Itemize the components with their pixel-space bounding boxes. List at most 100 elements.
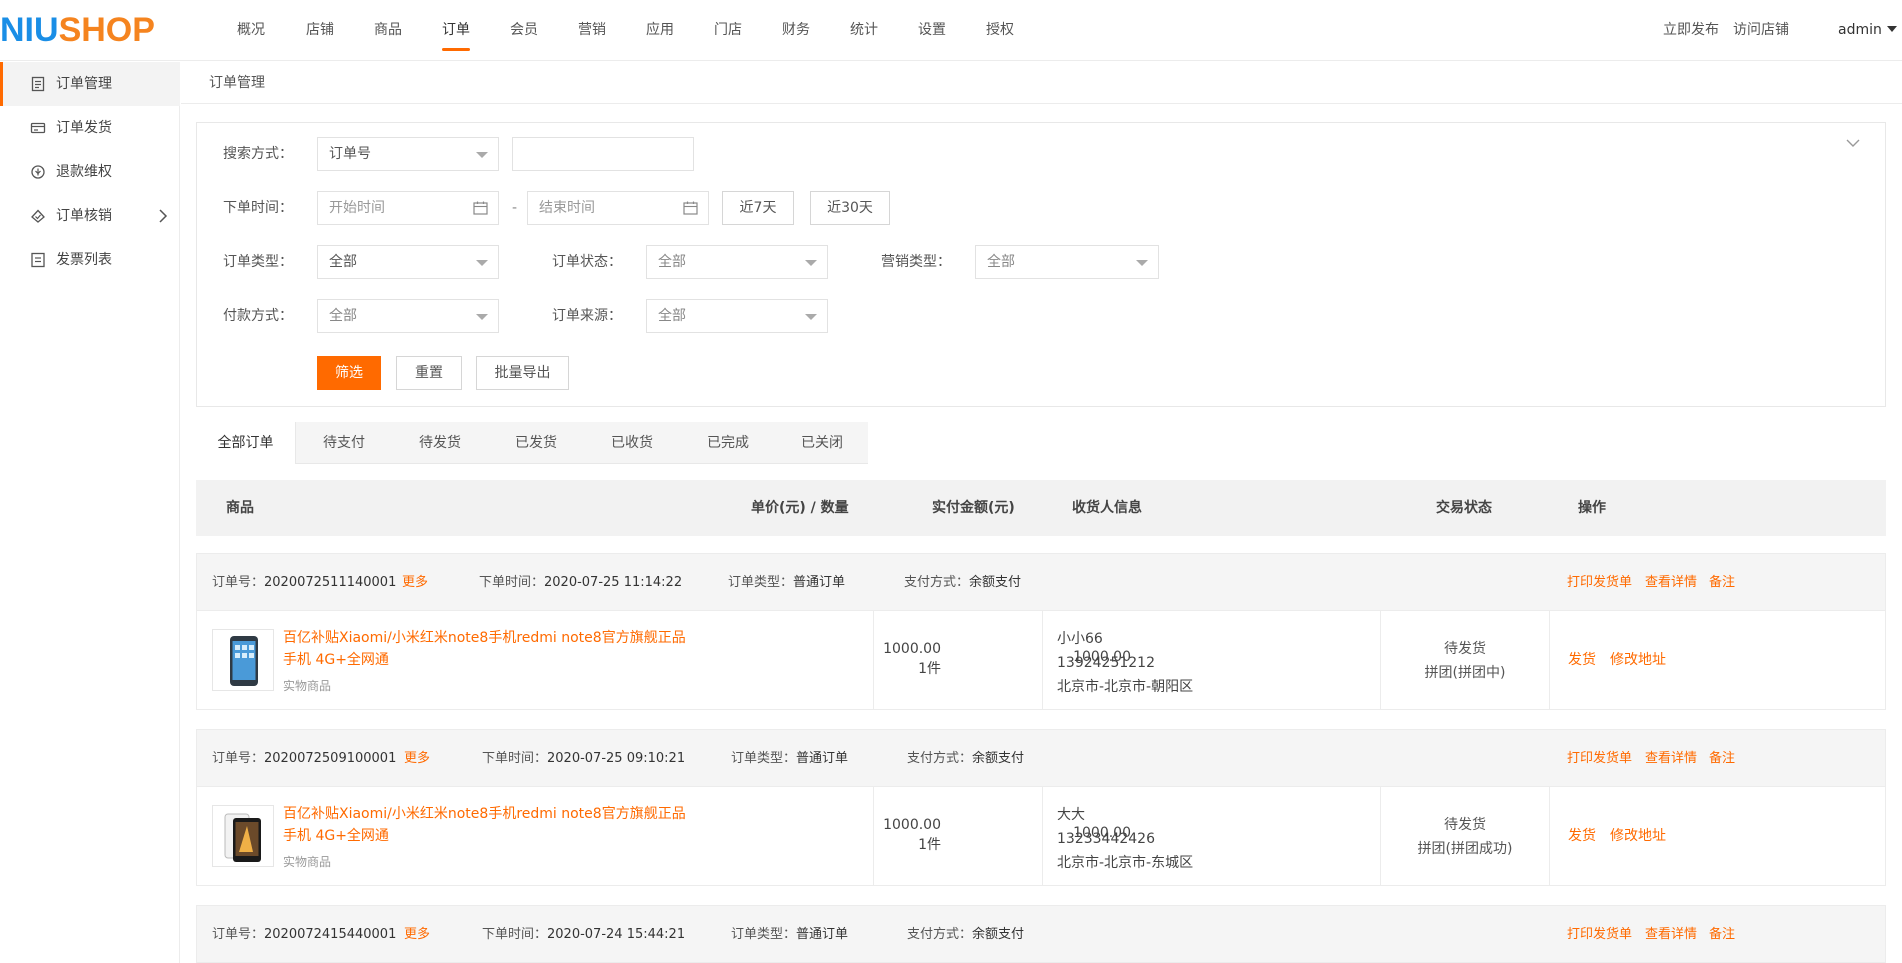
receiver-name: 小小66 xyxy=(1057,631,1103,647)
delivery-icon xyxy=(30,122,46,134)
edit-address-link[interactable]: 修改地址 xyxy=(1610,652,1666,668)
order-time-label: 下单时间： xyxy=(479,575,545,590)
pay-method-value: 全部 xyxy=(329,308,357,324)
order-card: 订单号：2020072509100001 更多 下单时间：2020-07-25 … xyxy=(196,729,1886,886)
view-detail-link[interactable]: 查看详情 xyxy=(1645,730,1697,788)
search-keyword-input[interactable] xyxy=(512,137,694,171)
order-more-link[interactable]: 更多 xyxy=(404,906,430,963)
user-menu[interactable]: admin xyxy=(1838,0,1897,61)
sidebar-item-refund[interactable]: 退款维权 xyxy=(0,150,180,194)
user-name: admin xyxy=(1838,22,1882,38)
top-navbar: NIUSHOP 概况 店铺 商品 订单 会员 营销 应用 门店 财务 统计 设置… xyxy=(0,0,1902,61)
unit-price-qty: 1000.00 1件 xyxy=(827,639,941,679)
niushop-logo[interactable]: NIUSHOP xyxy=(0,12,155,48)
ship-link[interactable]: 发货 xyxy=(1568,828,1596,844)
collapse-chevron-icon[interactable] xyxy=(1845,137,1861,149)
marketing-type-label: 营销类型： xyxy=(881,254,951,270)
order-more-link[interactable]: 更多 xyxy=(404,730,430,788)
receiver-phone: 13233442426 xyxy=(1057,831,1155,847)
goods-thumbnail[interactable] xyxy=(212,805,274,867)
filter-panel: 搜索方式： 订单号 下单时间： 开始时间 - 结束时间 近7天 近30天 订单类… xyxy=(196,122,1886,407)
tab-received[interactable]: 已收货 xyxy=(584,422,680,464)
order-type-label: 订单类型： xyxy=(731,927,797,942)
order-pay-value: 余额支付 xyxy=(969,575,1022,590)
sidebar-item-invoice[interactable]: 发票列表 xyxy=(0,238,180,282)
tab-all-orders[interactable]: 全部订单 xyxy=(196,422,296,464)
marketing-type-select[interactable]: 全部 xyxy=(975,245,1159,279)
order-number: 订单号：2020072415440001 xyxy=(212,906,396,963)
order-time: 下单时间：2020-07-25 11:14:22 xyxy=(479,554,682,612)
goods-name-link[interactable]: 百亿补贴Xiaomi/小米红米note8手机redmi note8官方旗舰正品手… xyxy=(283,627,693,671)
order-time-label: 下单时间： xyxy=(223,200,293,216)
remark-link[interactable]: 备注 xyxy=(1709,554,1735,612)
nav-overview[interactable]: 概况 xyxy=(236,0,266,61)
last-7-days-button[interactable]: 近7天 xyxy=(722,191,794,225)
sidebar-item-label: 订单发货 xyxy=(56,120,112,136)
nav-license[interactable]: 授权 xyxy=(985,0,1015,61)
invoice-icon xyxy=(31,252,45,268)
end-time-input[interactable]: 结束时间 xyxy=(527,191,709,225)
view-detail-link[interactable]: 查看详情 xyxy=(1645,906,1697,963)
nav-members[interactable]: 会员 xyxy=(509,0,539,61)
nav-shops[interactable]: 门店 xyxy=(713,0,743,61)
sidebar-item-order-manage[interactable]: 订单管理 xyxy=(0,62,180,106)
batch-export-button[interactable]: 批量导出 xyxy=(476,356,569,390)
receiver-name: 大大 xyxy=(1057,807,1085,823)
last-30-days-button[interactable]: 近30天 xyxy=(810,191,890,225)
order-type-value: 普通订单 xyxy=(796,927,849,942)
start-time-input[interactable]: 开始时间 xyxy=(317,191,499,225)
cell-divider xyxy=(873,611,874,709)
order-status-select[interactable]: 全部 xyxy=(646,245,828,279)
print-invoice-link[interactable]: 打印发货单 xyxy=(1567,730,1632,788)
order-number-label: 订单号： xyxy=(212,927,265,942)
goods-name-link[interactable]: 百亿补贴Xiaomi/小米红米note8手机redmi note8官方旗舰正品手… xyxy=(283,803,693,847)
nav-stats[interactable]: 统计 xyxy=(849,0,879,61)
search-type-select[interactable]: 订单号 xyxy=(317,137,499,171)
remark-link[interactable]: 备注 xyxy=(1709,730,1735,788)
print-invoice-link[interactable]: 打印发货单 xyxy=(1567,554,1632,612)
pay-method-select[interactable]: 全部 xyxy=(317,299,499,333)
tab-pending-shipment[interactable]: 待发货 xyxy=(392,422,488,464)
nav-finance[interactable]: 财务 xyxy=(781,0,811,61)
goods-type: 实物商品 xyxy=(283,855,332,869)
tab-pending-payment[interactable]: 待支付 xyxy=(296,422,392,464)
nav-goods[interactable]: 商品 xyxy=(373,0,403,61)
order-type: 订单类型：普通订单 xyxy=(728,554,845,612)
publish-link[interactable]: 立即发布 xyxy=(1663,0,1719,61)
nav-orders[interactable]: 订单 xyxy=(441,0,471,61)
verify-icon xyxy=(31,209,45,223)
order-number: 订单号：2020072509100001 xyxy=(212,730,396,788)
goods-thumbnail[interactable] xyxy=(212,629,274,691)
view-detail-link[interactable]: 查看详情 xyxy=(1645,554,1697,612)
order-number-label: 订单号： xyxy=(212,575,265,590)
order-pay-label: 支付方式： xyxy=(907,927,973,942)
calendar-icon xyxy=(683,201,698,215)
print-invoice-link[interactable]: 打印发货单 xyxy=(1567,906,1632,963)
sidebar-item-label: 订单核销 xyxy=(56,208,112,224)
pay-method-label: 付款方式： xyxy=(223,308,293,324)
order-more-link[interactable]: 更多 xyxy=(402,554,428,612)
ship-link[interactable]: 发货 xyxy=(1568,652,1596,668)
order-card-header: 订单号：2020072511140001 更多 下单时间：2020-07-25 … xyxy=(196,553,1886,611)
order-type-label: 订单类型： xyxy=(731,751,797,766)
remark-link[interactable]: 备注 xyxy=(1709,906,1735,963)
order-source-select[interactable]: 全部 xyxy=(646,299,828,333)
edit-address-link[interactable]: 修改地址 xyxy=(1610,828,1666,844)
filter-submit-button[interactable]: 筛选 xyxy=(317,356,381,390)
marketing-type-value: 全部 xyxy=(987,254,1015,270)
tab-closed[interactable]: 已关闭 xyxy=(776,422,868,464)
filter-reset-button[interactable]: 重置 xyxy=(396,356,462,390)
tab-shipped[interactable]: 已发货 xyxy=(488,422,584,464)
nav-settings[interactable]: 设置 xyxy=(917,0,947,61)
tab-completed[interactable]: 已完成 xyxy=(680,422,776,464)
chevron-right-icon xyxy=(159,209,168,223)
column-status: 交易状态 xyxy=(1436,500,1492,516)
sidebar-item-verify[interactable]: 订单核销 xyxy=(0,194,180,238)
visit-store-link[interactable]: 访问店铺 xyxy=(1733,0,1789,61)
nav-store[interactable]: 店铺 xyxy=(305,0,335,61)
nav-apps[interactable]: 应用 xyxy=(645,0,675,61)
sidebar-item-order-ship[interactable]: 订单发货 xyxy=(0,106,180,150)
order-status-label: 订单状态： xyxy=(552,254,622,270)
order-type-select[interactable]: 全部 xyxy=(317,245,499,279)
nav-marketing[interactable]: 营销 xyxy=(577,0,607,61)
